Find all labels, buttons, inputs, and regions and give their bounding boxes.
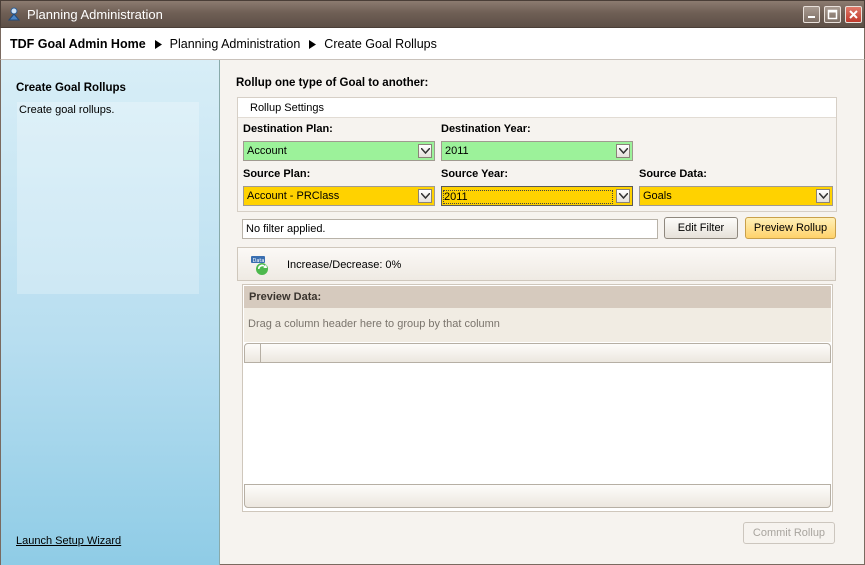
filter-text: No filter applied. [246,223,326,235]
increase-decrease-bar: Data Increase/Decrease: 0% [237,247,836,281]
breadcrumb-current: Create Goal Rollups [324,37,437,51]
close-button[interactable] [845,6,862,23]
source-plan-select[interactable]: Account - PRClass [243,186,435,206]
preview-data-title: Preview Data: [249,291,322,303]
preview-data-header: Preview Data: [244,286,831,308]
chevron-down-icon[interactable] [816,189,830,203]
preview-data-grid: Preview Data: Drag a column header here … [242,284,833,512]
edit-filter-button[interactable]: Edit Filter [664,217,738,239]
data-refresh-icon: Data [251,256,268,275]
group-by-hint: Drag a column header here to group by th… [248,318,500,330]
preview-rollup-button[interactable]: Preview Rollup [745,217,836,239]
source-data-select[interactable]: Goals [639,186,833,206]
chevron-down-icon[interactable] [616,189,630,203]
breadcrumb-planning-administration[interactable]: Planning Administration [170,37,301,51]
main-panel: Rollup one type of Goal to another: Roll… [220,60,865,565]
svg-text:Data: Data [253,258,265,264]
row-selector-header[interactable] [245,344,261,362]
minimize-button[interactable] [803,6,820,23]
source-data-value: Goals [643,190,672,202]
window-title: Planning Administration [27,7,163,22]
chevron-down-icon[interactable] [418,144,432,158]
rollup-settings-header: Rollup Settings [238,98,836,118]
grid-body[interactable] [244,363,831,483]
breadcrumb-home[interactable]: TDF Goal Admin Home [10,37,146,51]
destination-plan-value: Account [247,145,287,157]
source-plan-label: Source Plan: [243,168,311,180]
launch-setup-wizard-link[interactable]: Launch Setup Wizard [16,535,121,547]
source-year-value: 2011 [443,190,613,204]
destination-year-select[interactable]: 2011 [441,141,633,161]
source-data-label: Source Data: [639,168,707,180]
rollup-settings-title: Rollup Settings [250,102,324,114]
destination-year-label: Destination Year: [441,123,531,135]
source-year-label: Source Year: [441,168,509,180]
destination-plan-label: Destination Plan: [243,123,333,135]
grid-column-header-row[interactable] [244,343,831,363]
page-heading: Rollup one type of Goal to another: [236,77,429,89]
group-by-drop-zone[interactable]: Drag a column header here to group by th… [244,308,831,342]
filter-display: No filter applied. [242,219,658,239]
breadcrumb-arrow-icon [154,39,162,49]
source-plan-value: Account - PRClass [247,190,340,202]
chevron-down-icon[interactable] [616,144,630,158]
source-year-select[interactable]: 2011 [441,186,633,206]
breadcrumb-arrow-icon [309,39,317,49]
sidebar-description-panel: Create goal rollups. [17,102,199,294]
breadcrumb: TDF Goal Admin Home Planning Administrat… [0,28,865,60]
window-titlebar: Planning Administration [0,0,865,28]
sidebar: Create Goal Rollups Create goal rollups.… [0,60,220,565]
destination-plan-select[interactable]: Account [243,141,435,161]
increase-decrease-label: Increase/Decrease: 0% [287,259,402,271]
close-icon [849,10,858,19]
chevron-down-icon[interactable] [418,189,432,203]
maximize-button[interactable] [824,6,841,23]
minimize-icon [808,16,815,18]
sidebar-description: Create goal rollups. [19,104,115,116]
commit-rollup-button[interactable]: Commit Rollup [743,522,835,544]
grid-footer [244,484,831,508]
sidebar-heading: Create Goal Rollups [16,82,126,94]
maximize-icon [827,9,838,20]
app-icon [7,7,21,21]
destination-year-value: 2011 [445,145,469,157]
